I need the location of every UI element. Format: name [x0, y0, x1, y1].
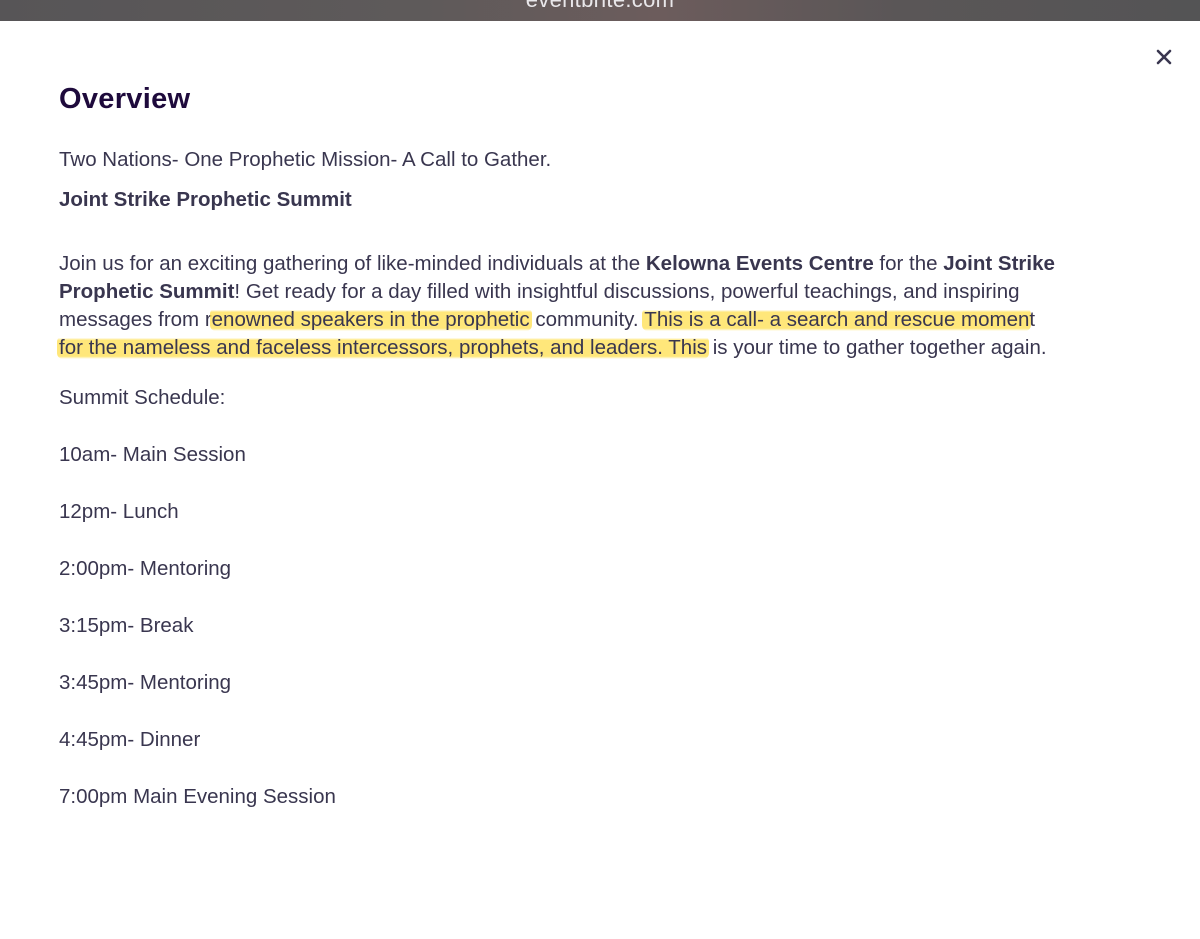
schedule-item: 12pm- Lunch	[59, 500, 179, 523]
schedule-heading: Summit Schedule:	[59, 386, 226, 409]
description-text: community.	[529, 308, 645, 331]
description-line: Join us for an exciting gathering of lik…	[59, 250, 1159, 278]
highlighted-text: This is a call- a search and rescue mome…	[642, 308, 1032, 331]
close-button[interactable]	[1150, 43, 1178, 71]
browser-address-bar: eventbrite.com	[0, 0, 1200, 21]
schedule-item: 7:00pm Main Evening Session	[59, 785, 336, 808]
description-text: ! Get ready for a day filled with insigh…	[234, 280, 1020, 303]
description-text: Join us for an exciting gathering of lik…	[59, 252, 646, 275]
close-icon	[1156, 49, 1172, 65]
schedule-item: 4:45pm- Dinner	[59, 728, 201, 751]
description-line: Prophetic Summit! Get ready for a day fi…	[59, 278, 1159, 306]
description-line: for the nameless and faceless intercesso…	[57, 334, 1159, 362]
event-name-inline: Prophetic Summit	[59, 280, 235, 303]
description-text: for the	[873, 252, 944, 275]
schedule-item: 3:15pm- Break	[59, 614, 194, 637]
schedule-item: 10am- Main Session	[59, 443, 246, 466]
description-text: t	[1029, 308, 1036, 331]
modal-title: Overview	[59, 83, 191, 115]
description-line: messages from renowned speakers in the p…	[59, 306, 1159, 334]
schedule-item: 3:45pm- Mentoring	[59, 671, 232, 694]
highlighted-text: for the nameless and faceless intercesso…	[57, 336, 709, 359]
overview-modal: Overview Two Nations- One Prophetic Miss…	[0, 21, 1200, 939]
event-description: Join us for an exciting gathering of lik…	[57, 250, 1159, 362]
event-name: Joint Strike Prophetic Summit	[59, 188, 352, 211]
description-text: is your time to gather together again.	[707, 336, 1047, 359]
event-name-inline: Joint Strike	[943, 252, 1055, 275]
event-tagline: Two Nations- One Prophetic Mission- A Ca…	[59, 148, 552, 171]
description-text: messages from r	[59, 308, 212, 331]
venue-name: Kelowna Events Centre	[645, 252, 874, 275]
highlighted-text: enowned speakers in the prophetic	[209, 308, 532, 331]
browser-url[interactable]: eventbrite.com	[0, 0, 1200, 13]
schedule-item: 2:00pm- Mentoring	[59, 557, 232, 580]
